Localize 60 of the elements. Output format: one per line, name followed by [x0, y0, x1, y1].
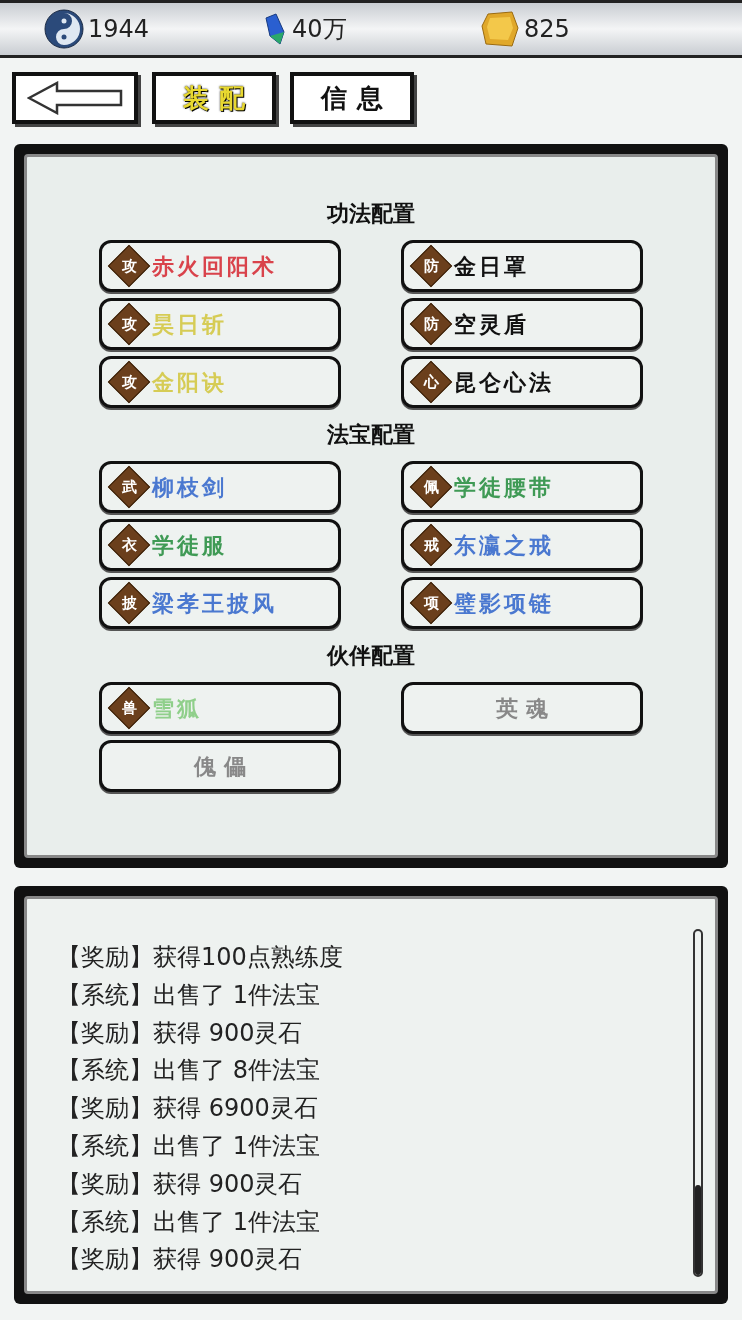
equipment-slot[interactable]: 项 璧影项链 — [401, 577, 643, 629]
back-button[interactable] — [12, 72, 138, 124]
equipment-slot[interactable]: 攻 昊日斩 — [99, 298, 341, 350]
currency-amount: 40万 — [292, 14, 347, 45]
item-name: 空灵盾 — [454, 309, 529, 339]
item-name: 昊日斩 — [152, 309, 227, 339]
item-name: 柳枝剑 — [152, 472, 227, 502]
section-title: 法宝配置 — [327, 420, 415, 449]
slot-type-badge: 防 — [409, 302, 453, 346]
slot-type-badge: 披 — [107, 581, 151, 625]
log-line: 【系统】出售了 1件法宝 — [57, 979, 321, 1011]
crystal-icon — [262, 12, 288, 46]
ingot-icon — [480, 10, 520, 48]
log-line: 【系统】出售了 1件法宝 — [57, 1206, 321, 1238]
slot-type-badge: 戒 — [409, 523, 453, 567]
back-arrow-icon — [27, 81, 123, 115]
item-name: 昆仑心法 — [454, 367, 554, 397]
currency-amount: 825 — [524, 14, 570, 45]
slot-type-badge: 项 — [409, 581, 453, 625]
log-line: 【奖励】获得 900灵石 — [57, 1168, 304, 1200]
item-name: 梁孝王披风 — [152, 588, 277, 618]
item-name: 金阳诀 — [152, 367, 227, 397]
item-name: 东瀛之戒 — [454, 530, 554, 560]
slot-type-badge: 衣 — [107, 523, 151, 567]
equipment-slot[interactable]: 披 梁孝王披风 — [99, 577, 341, 629]
equipment-slot[interactable]: 佩 学徒腰带 — [401, 461, 643, 513]
equipment-slot[interactable]: 攻 金阳诀 — [99, 356, 341, 408]
equipment-slot[interactable]: 防 金日罩 — [401, 240, 643, 292]
slot-type-badge: 兽 — [107, 686, 151, 730]
section-title: 功法配置 — [327, 199, 415, 228]
section-title: 伙伴配置 — [327, 641, 415, 670]
slot-type-badge: 攻 — [107, 360, 151, 404]
slot-type-badge: 防 — [409, 244, 453, 288]
log-line: 【奖励】获得100点熟练度 — [57, 942, 344, 973]
item-name: 学徒腰带 — [454, 472, 554, 502]
slot-type-badge: 武 — [107, 465, 151, 509]
item-name: 璧影项链 — [454, 588, 554, 618]
equipment-slot[interactable]: 武 柳枝剑 — [99, 461, 341, 513]
equipment-slot[interactable]: 衣 学徒服 — [99, 519, 341, 571]
item-name: 雪狐 — [152, 693, 202, 723]
log-line: 【系统】出售了 1件法宝 — [57, 1131, 321, 1162]
equipment-slot[interactable]: 戒 东瀛之戒 — [401, 519, 643, 571]
log-line: 【奖励】获得 900灵石 — [57, 1244, 304, 1276]
log-line: 【奖励】获得 6900灵石 — [57, 1093, 319, 1125]
slot-type-badge: 攻 — [107, 244, 151, 288]
equipment-slot[interactable]: 攻 赤火回阳术 — [99, 240, 341, 292]
slot-type-badge: 心 — [409, 360, 453, 404]
equipment-slot[interactable]: 防 空灵盾 — [401, 298, 643, 350]
item-name: 学徒服 — [152, 530, 227, 560]
item-name: 赤火回阳术 — [152, 251, 277, 281]
log-line: 【奖励】获得 900灵石 — [57, 1017, 304, 1049]
currency-amount: 1944 — [88, 14, 150, 45]
slot-type-badge: 佩 — [409, 465, 453, 509]
slot-type-badge: 攻 — [107, 302, 151, 346]
equipment-slot[interactable]: 兽 雪狐 — [99, 682, 341, 734]
equipment-slot[interactable]: 心 昆仑心法 — [401, 356, 643, 408]
log-line: 【系统】出售了 8件法宝 — [57, 1055, 321, 1087]
item-name: 金日罩 — [454, 251, 529, 281]
tab[interactable]: 信 息 — [290, 72, 414, 124]
yin-yang-icon — [44, 9, 84, 49]
